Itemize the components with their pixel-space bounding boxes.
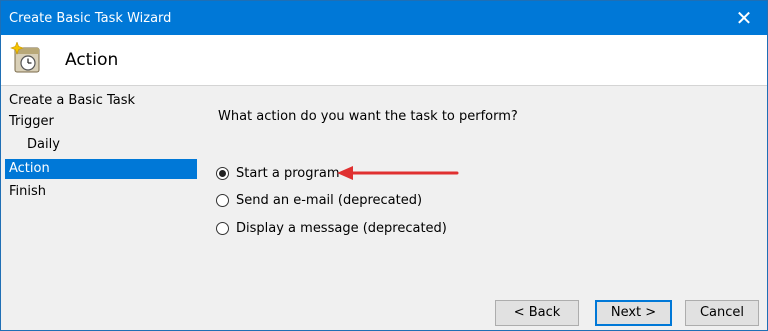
radio-start-program[interactable] (216, 166, 229, 180)
step-finish[interactable]: Finish (5, 182, 197, 202)
clock-task-icon (10, 42, 40, 73)
wizard-header: Action (1, 35, 767, 86)
radio-display-message[interactable] (216, 221, 229, 235)
back-button[interactable]: < Back (495, 300, 579, 326)
option-send-email[interactable]: Send an e-mail (deprecated) (216, 191, 422, 209)
radio-send-email[interactable] (216, 193, 229, 207)
action-panel: What action do you want the task to perf… (201, 87, 767, 287)
next-button[interactable]: Next > (595, 300, 672, 326)
option-label: Display a message (deprecated) (236, 220, 447, 236)
wizard-window: Create Basic Task Wizard ✕ Action Create… (0, 0, 768, 331)
option-label: Start a program (236, 165, 340, 181)
window-title: Create Basic Task Wizard (9, 11, 172, 26)
close-icon[interactable]: ✕ (721, 1, 767, 35)
step-daily[interactable]: Daily (5, 135, 197, 155)
option-label: Send an e-mail (deprecated) (236, 192, 423, 208)
step-create-basic-task[interactable]: Create a Basic Task (5, 91, 197, 111)
cancel-button[interactable]: Cancel (685, 300, 759, 326)
title-bar: Create Basic Task Wizard ✕ (1, 1, 767, 35)
step-action[interactable]: Action (5, 159, 197, 179)
step-trigger[interactable]: Trigger (5, 112, 197, 132)
page-title: Action (65, 50, 119, 70)
annotation-arrow-icon (337, 166, 459, 180)
action-question: What action do you want the task to perf… (218, 109, 518, 124)
wizard-steps: Create a Basic Task Trigger Daily Action… (1, 87, 201, 317)
option-start-program[interactable]: Start a program (216, 164, 339, 182)
option-display-message[interactable]: Display a message (deprecated) (216, 219, 447, 237)
